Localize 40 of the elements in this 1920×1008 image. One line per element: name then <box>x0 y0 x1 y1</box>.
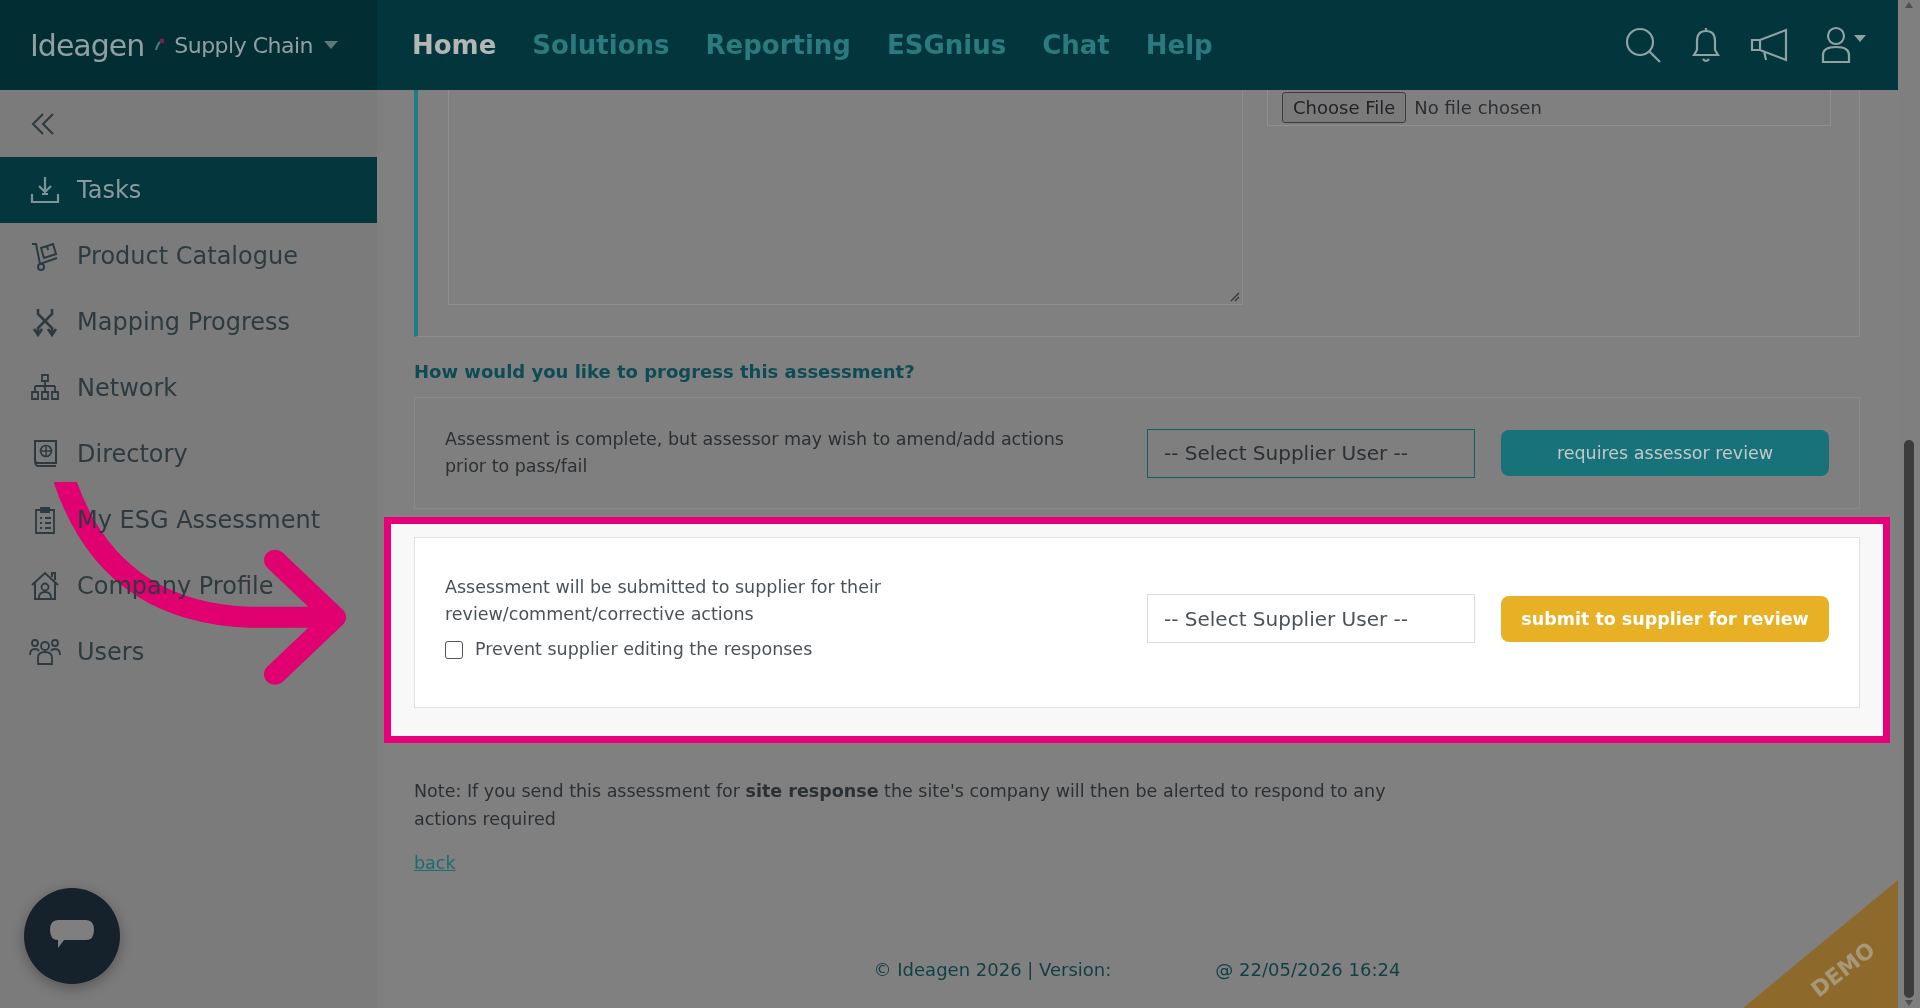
caret-icon[interactable] <box>323 40 340 50</box>
sidebar-item[interactable]: Product Catalogue <box>0 223 377 289</box>
copyright-text: © Ideagen 2026 | Version: <box>873 959 1112 980</box>
sidebar-item[interactable]: Directory <box>0 421 377 487</box>
choose-file-button[interactable]: Choose File <box>1282 92 1407 123</box>
nav-link[interactable]: Help <box>1145 30 1213 60</box>
collapse-icon[interactable] <box>30 111 56 136</box>
logo[interactable]: Ideagen <box>30 27 145 63</box>
nav-link[interactable]: ESGnius <box>887 30 1007 60</box>
nav-link[interactable]: Solutions <box>532 30 670 60</box>
option-description: Assessment is complete, but assessor may wish to amend/add actions prior to pass/fail <box>445 428 1065 478</box>
sidebar-item-icon <box>29 570 61 602</box>
submit-button[interactable]: requires assessor review <box>1501 430 1829 476</box>
sidebar-item-icon <box>29 636 61 668</box>
supplier-user-select[interactable]: -- Select Supplier User -- <box>1147 594 1475 643</box>
nav-link[interactable]: Reporting <box>705 30 851 60</box>
timestamp-text: @ 22/05/2026 16:24 <box>1215 959 1401 980</box>
user-menu-icon[interactable] <box>1820 25 1868 65</box>
option-description: Assessment will be submitted to supplier for their review/comment/corrective actions <box>445 576 883 626</box>
nav-link[interactable]: Home <box>412 30 497 60</box>
submit-button[interactable]: submit to supplier for review <box>1501 595 1829 642</box>
supplier-user-select[interactable]: -- Select Supplier User -- <box>1147 428 1475 478</box>
sidebar-item[interactable]: Tasks <box>0 157 377 223</box>
checkbox-label[interactable]: Prevent supplier editing the responses <box>475 636 813 663</box>
checkbox[interactable] <box>445 640 463 659</box>
sidebar-item[interactable]: Network <box>0 355 377 421</box>
sidebar-item[interactable]: Users <box>0 619 377 685</box>
resize-grip-icon <box>1230 292 1240 302</box>
sidebar-item-icon <box>29 174 61 206</box>
product-name[interactable]: Supply Chain <box>174 32 314 58</box>
sidebar-item[interactable]: My ESG Assessment <box>0 487 377 553</box>
note-text: Note: If you send this assessment for site response the site's company will then be alerted to respond to any actions required <box>414 780 1387 831</box>
scrollbar-thumb[interactable] <box>1904 439 1914 999</box>
search-icon[interactable] <box>1624 26 1662 64</box>
back-link[interactable]: back <box>414 853 456 873</box>
sidebar-item[interactable]: Mapping Progress <box>0 289 377 355</box>
nav-link[interactable]: Chat <box>1042 30 1110 60</box>
file-status: No file chosen <box>1414 97 1542 118</box>
logo-mark-icon <box>154 38 165 52</box>
section-heading: How would you like to progress this assessment? <box>414 361 916 382</box>
